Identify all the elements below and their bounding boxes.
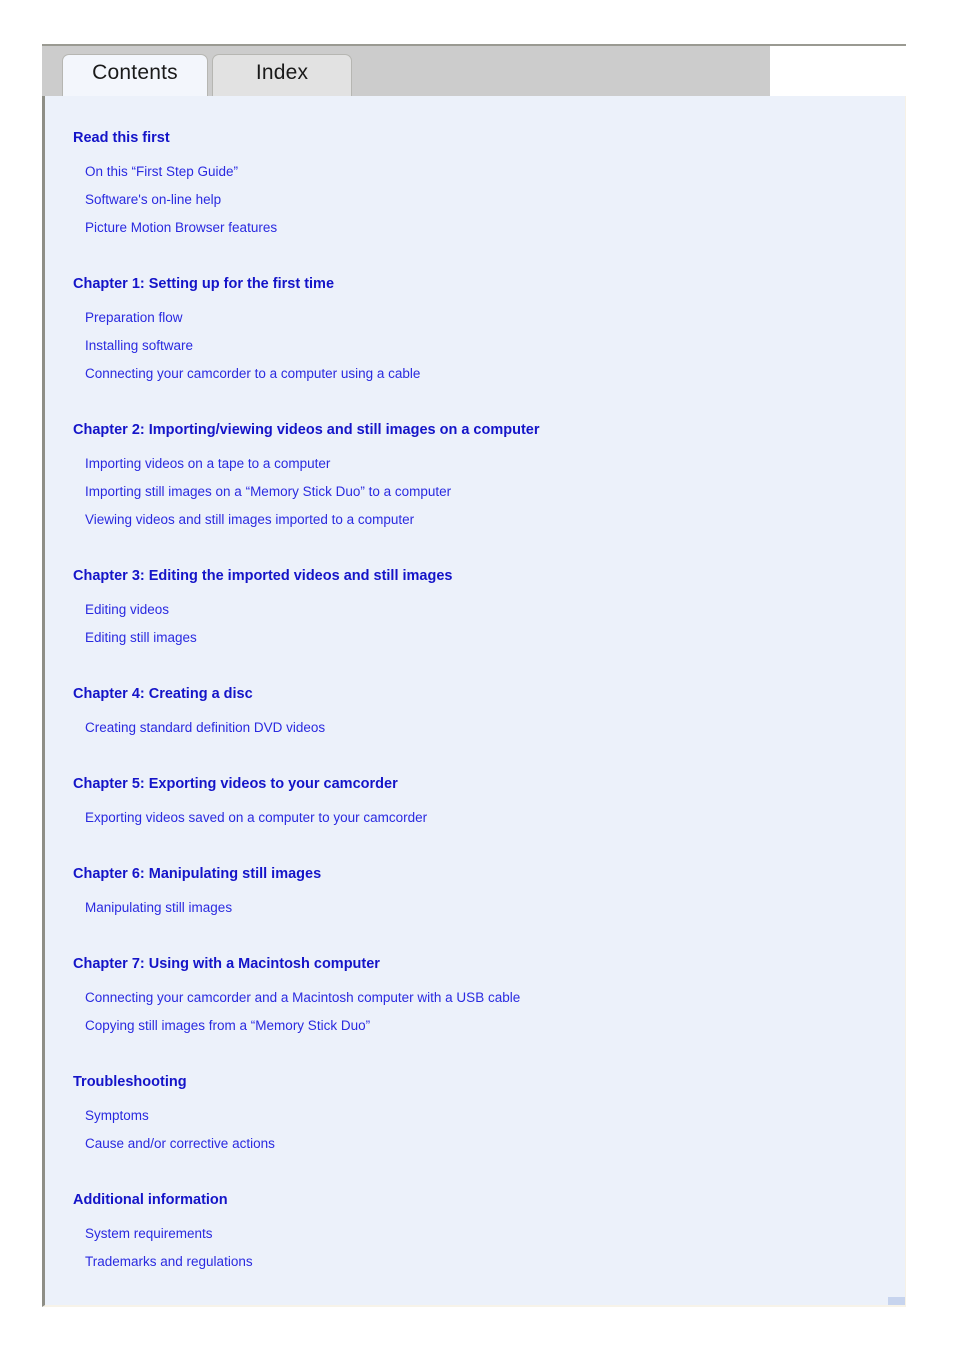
toc-link[interactable]: Software's on-line help <box>85 186 221 214</box>
toc-section-heading[interactable]: Chapter 5: Exporting videos to your camc… <box>73 770 398 798</box>
toc-link[interactable]: System requirements <box>85 1220 213 1248</box>
toc-section-heading[interactable]: Additional information <box>73 1186 228 1214</box>
toc-section: Chapter 4: Creating a disc Creating stand… <box>45 680 905 742</box>
toc-link[interactable]: Exporting videos saved on a computer to … <box>85 804 427 832</box>
toc-link[interactable]: Importing still images on a “Memory Stic… <box>85 478 451 506</box>
toc-section-heading[interactable]: Chapter 3: Editing the imported videos a… <box>73 562 452 590</box>
toc-link-list: System requirements Trademarks and regula… <box>45 1220 905 1276</box>
toc-section: Chapter 1: Setting up for the first time… <box>45 270 905 388</box>
toc-section: Chapter 2: Importing/viewing videos and … <box>45 416 905 534</box>
list-item: Cause and/or corrective actions <box>45 1130 905 1158</box>
list-item: Creating standard definition DVD videos <box>45 714 905 742</box>
list-item: Preparation flow <box>45 304 905 332</box>
toc-section: Additional information System requirement… <box>45 1186 905 1276</box>
toc-section-heading[interactable]: Troubleshooting <box>73 1068 187 1096</box>
list-item: Trademarks and regulations <box>45 1248 905 1276</box>
list-item: Picture Motion Browser features <box>45 214 905 242</box>
toc-section-heading[interactable]: Chapter 1: Setting up for the first time <box>73 270 334 298</box>
contents-pane: Read this first On this “First Step Guide… <box>42 96 906 1307</box>
list-item: Installing software <box>45 332 905 360</box>
toc-link-list: Preparation flow Installing software Conne… <box>45 304 905 388</box>
toc-link[interactable]: Importing videos on a tape to a computer <box>85 450 330 478</box>
toc-link-list: Symptoms Cause and/or corrective actions <box>45 1102 905 1158</box>
toc-link[interactable]: Cause and/or corrective actions <box>85 1130 275 1158</box>
tab-bar: Contents Index <box>42 44 906 96</box>
toc-link[interactable]: Installing software <box>85 332 193 360</box>
toc-link-list: Manipulating still images <box>45 894 905 922</box>
list-item: On this “First Step Guide” <box>45 158 905 186</box>
toc-link[interactable]: Connecting your camcorder to a computer … <box>85 360 420 388</box>
toc-section: Chapter 6: Manipulating still images Mani… <box>45 860 905 922</box>
vertical-scrollbar-stub[interactable] <box>888 1297 905 1305</box>
toc-section-heading[interactable]: Chapter 7: Using with a Macintosh comput… <box>73 950 380 978</box>
table-of-contents: Read this first On this “First Step Guide… <box>45 96 905 1276</box>
list-item: Connecting your camcorder to a computer … <box>45 360 905 388</box>
list-item: Viewing videos and still images imported… <box>45 506 905 534</box>
list-item: Exporting videos saved on a computer to … <box>45 804 905 832</box>
list-item: Software's on-line help <box>45 186 905 214</box>
help-viewer-window: Contents Index Read this first On this “F… <box>42 44 906 1307</box>
toc-section: Chapter 7: Using with a Macintosh comput… <box>45 950 905 1040</box>
list-item: Manipulating still images <box>45 894 905 922</box>
list-item: Copying still images from a “Memory Stic… <box>45 1012 905 1040</box>
toc-link[interactable]: Creating standard definition DVD videos <box>85 714 325 742</box>
toc-link[interactable]: Trademarks and regulations <box>85 1248 253 1276</box>
toc-section: Troubleshooting Symptoms Cause and/or corr… <box>45 1068 905 1158</box>
list-item: Connecting your camcorder and a Macintos… <box>45 984 905 1012</box>
toc-link[interactable]: Copying still images from a “Memory Stic… <box>85 1012 370 1040</box>
toc-link[interactable]: Manipulating still images <box>85 894 232 922</box>
toc-link-list: Creating standard definition DVD videos <box>45 714 905 742</box>
toc-section-heading[interactable]: Chapter 4: Creating a disc <box>73 680 253 708</box>
list-item: Editing videos <box>45 596 905 624</box>
tab-contents[interactable]: Contents <box>62 54 208 96</box>
list-item: Importing videos on a tape to a computer <box>45 450 905 478</box>
toc-link-list: Exporting videos saved on a computer to … <box>45 804 905 832</box>
toc-link[interactable]: Connecting your camcorder and a Macintos… <box>85 984 520 1012</box>
list-item: Editing still images <box>45 624 905 652</box>
toc-section-heading[interactable]: Chapter 2: Importing/viewing videos and … <box>73 416 540 444</box>
toc-link[interactable]: Symptoms <box>85 1102 149 1130</box>
toc-link-list: Importing videos on a tape to a computer… <box>45 450 905 534</box>
toc-link-list: Connecting your camcorder and a Macintos… <box>45 984 905 1040</box>
tab-index[interactable]: Index <box>212 54 352 96</box>
toc-link-list: Editing videos Editing still images <box>45 596 905 652</box>
list-item: Importing still images on a “Memory Stic… <box>45 478 905 506</box>
toc-link[interactable]: Editing still images <box>85 624 197 652</box>
list-item: Symptoms <box>45 1102 905 1130</box>
toc-section: Chapter 5: Exporting videos to your camc… <box>45 770 905 832</box>
toc-link[interactable]: Viewing videos and still images imported… <box>85 506 414 534</box>
toc-link[interactable]: On this “First Step Guide” <box>85 158 238 186</box>
toc-link[interactable]: Editing videos <box>85 596 169 624</box>
toc-section-heading[interactable]: Chapter 6: Manipulating still images <box>73 860 321 888</box>
toc-section: Chapter 3: Editing the imported videos a… <box>45 562 905 652</box>
list-item: System requirements <box>45 1220 905 1248</box>
toc-section-heading[interactable]: Read this first <box>73 124 170 152</box>
toc-section: Read this first On this “First Step Guide… <box>45 124 905 242</box>
toc-link[interactable]: Preparation flow <box>85 304 183 332</box>
toc-link[interactable]: Picture Motion Browser features <box>85 214 277 242</box>
toc-link-list: On this “First Step Guide” Software's on-… <box>45 158 905 242</box>
